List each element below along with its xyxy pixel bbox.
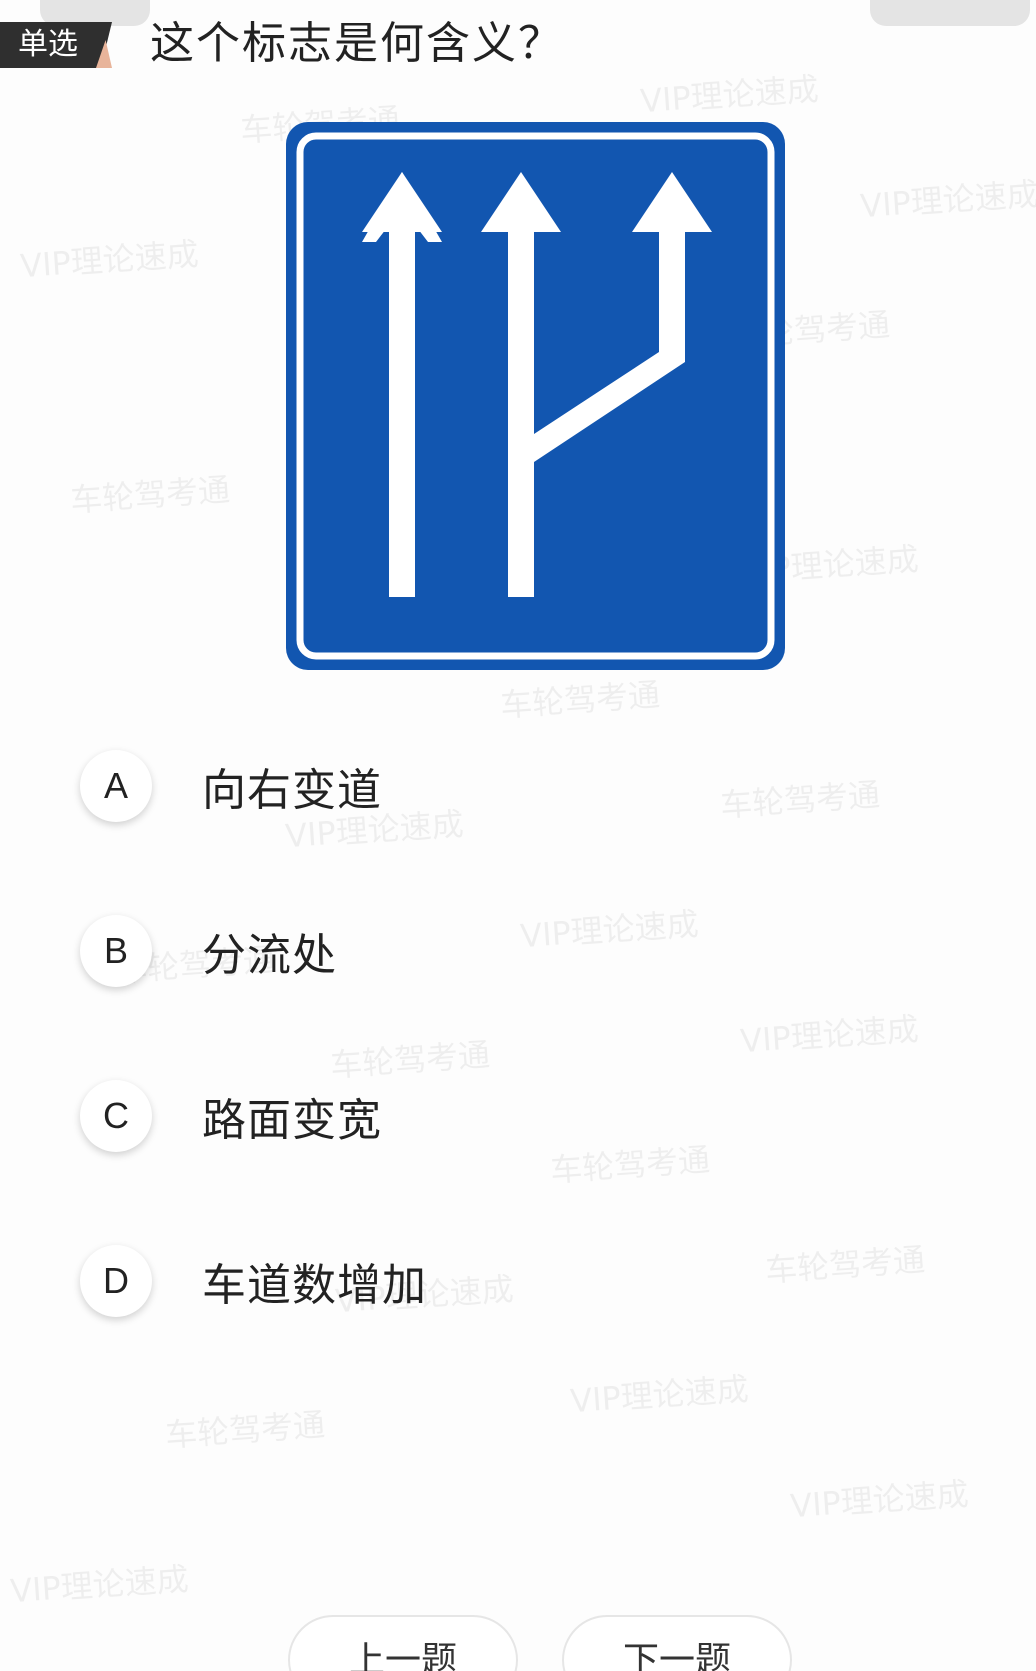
option-text: 分流处 <box>202 930 337 981</box>
top-right-control[interactable] <box>870 0 1030 26</box>
option-letter: A <box>80 750 152 822</box>
option-c[interactable]: C 路面变宽 <box>80 1076 780 1156</box>
watermark: VIP理论速成 <box>859 174 1036 226</box>
watermark: VIP理论速成 <box>789 1474 970 1526</box>
option-b[interactable]: B 分流处 <box>80 911 780 991</box>
option-letter: C <box>80 1080 152 1152</box>
option-text: 向右变道 <box>202 765 382 816</box>
next-question-button[interactable]: 下一题 <box>562 1615 792 1671</box>
option-letter: B <box>80 915 152 987</box>
watermark: VIP理论速成 <box>569 1369 750 1421</box>
watermark: VIP理论速成 <box>739 1009 920 1061</box>
watermark: 车轮驾考通 <box>69 470 232 520</box>
option-letter: D <box>80 1245 152 1317</box>
watermark: 车轮驾考通 <box>499 675 662 725</box>
option-text: 车道数增加 <box>202 1260 427 1311</box>
watermark: VIP理论速成 <box>9 1559 190 1611</box>
watermark: 车轮驾考通 <box>164 1405 327 1455</box>
lane-increase-sign-icon <box>286 122 785 670</box>
watermark: 车轮驾考通 <box>764 1240 927 1290</box>
question-text: 这个标志是何含义？ <box>150 18 564 69</box>
watermark: VIP理论速成 <box>639 69 820 121</box>
option-text: 路面变宽 <box>202 1095 382 1146</box>
option-a[interactable]: A 向右变道 <box>80 746 780 826</box>
prev-question-button[interactable]: 上一题 <box>288 1615 518 1671</box>
option-d[interactable]: D 车道数增加 <box>80 1241 780 1321</box>
question-page: VIP理论速成 车轮驾考通 VIP理论速成 VIP理论速成 车轮驾考通 车轮驾考… <box>0 0 1036 1671</box>
watermark: VIP理论速成 <box>19 234 200 286</box>
question-type-tag: 单选 <box>0 22 112 68</box>
